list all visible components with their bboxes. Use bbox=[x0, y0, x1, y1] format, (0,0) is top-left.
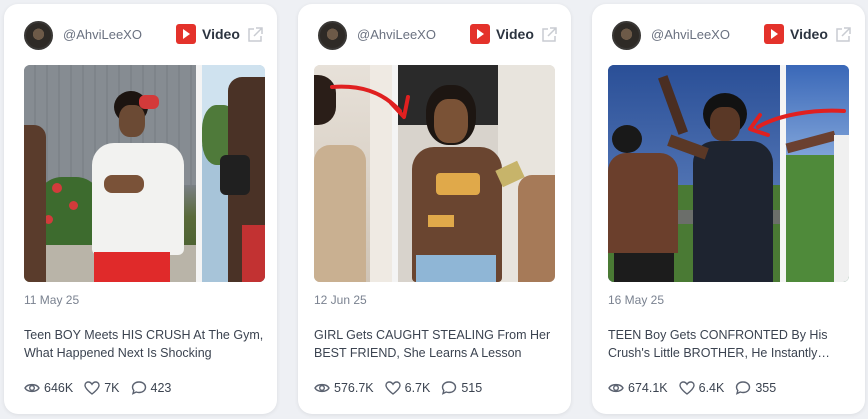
comments-stat: 355 bbox=[735, 380, 776, 396]
likes-count: 7K bbox=[104, 381, 120, 395]
platform-label: Video bbox=[790, 26, 828, 42]
likes-stat: 7K bbox=[84, 380, 120, 396]
avatar[interactable] bbox=[612, 21, 641, 50]
likes-stat: 6.7K bbox=[384, 380, 431, 396]
heart-icon bbox=[678, 381, 695, 395]
youtube-icon bbox=[176, 24, 196, 44]
comments-stat: 515 bbox=[441, 380, 482, 396]
pointer-arrow bbox=[330, 84, 410, 119]
channel-handle[interactable]: @AhviLeeXO bbox=[63, 27, 142, 42]
external-link-icon[interactable] bbox=[540, 26, 558, 44]
views-stat: 674.1K bbox=[608, 380, 668, 396]
video-card[interactable]: @AhviLeeXO Video bbox=[298, 4, 571, 414]
youtube-icon bbox=[764, 24, 784, 44]
stats-row: 576.7K 6.7K 515 bbox=[314, 380, 493, 396]
likes-count: 6.4K bbox=[698, 381, 725, 395]
card-header: @AhviLeeXO Video bbox=[4, 4, 277, 64]
comments-count: 423 bbox=[150, 381, 172, 395]
video-thumbnail[interactable] bbox=[24, 65, 265, 282]
views-stat: 576.7K bbox=[314, 380, 374, 396]
external-link-icon[interactable] bbox=[834, 26, 852, 44]
avatar[interactable] bbox=[24, 21, 53, 50]
heart-icon bbox=[384, 381, 401, 395]
comments-stat: 423 bbox=[131, 380, 172, 396]
video-card[interactable]: @AhviLeeXO Video bbox=[4, 4, 277, 414]
comments-count: 355 bbox=[755, 381, 777, 395]
publish-date: 11 May 25 bbox=[24, 293, 80, 307]
pointer-arrow bbox=[748, 108, 846, 137]
channel-handle[interactable]: @AhviLeeXO bbox=[357, 27, 436, 42]
comment-icon bbox=[736, 381, 751, 395]
platform-label: Video bbox=[202, 26, 240, 42]
youtube-icon bbox=[470, 24, 490, 44]
card-header: @AhviLeeXO Video bbox=[592, 4, 865, 64]
stats-row: 674.1K 6.4K 355 bbox=[608, 380, 787, 396]
avatar[interactable] bbox=[318, 21, 347, 50]
views-count: 646K bbox=[44, 381, 74, 395]
stats-row: 646K 7K 423 bbox=[24, 380, 182, 396]
views-count: 674.1K bbox=[628, 381, 668, 395]
video-thumbnail[interactable] bbox=[314, 65, 555, 282]
views-stat: 646K bbox=[24, 380, 73, 396]
card-header: @AhviLeeXO Video bbox=[298, 4, 571, 64]
comments-count: 515 bbox=[461, 381, 483, 395]
likes-stat: 6.4K bbox=[678, 380, 725, 396]
channel-handle[interactable]: @AhviLeeXO bbox=[651, 27, 730, 42]
eye-icon bbox=[608, 383, 624, 393]
video-title[interactable]: GIRL Gets CAUGHT STEALING From Her BEST … bbox=[314, 326, 559, 362]
publish-date: 16 May 25 bbox=[608, 293, 665, 307]
publish-date: 12 Jun 25 bbox=[314, 293, 367, 307]
video-title[interactable]: TEEN Boy Gets CONFRONTED By His Crush's … bbox=[608, 326, 853, 362]
heart-icon bbox=[84, 381, 100, 395]
video-title[interactable]: Teen BOY Meets HIS CRUSH At The Gym, Wha… bbox=[24, 326, 269, 362]
comment-icon bbox=[131, 381, 146, 395]
eye-icon bbox=[314, 383, 330, 393]
video-card[interactable]: @AhviLeeXO Video bbox=[592, 4, 865, 414]
likes-count: 6.7K bbox=[404, 381, 431, 395]
eye-icon bbox=[24, 383, 40, 393]
external-link-icon[interactable] bbox=[246, 26, 264, 44]
comment-icon bbox=[442, 381, 457, 395]
views-count: 576.7K bbox=[334, 381, 374, 395]
video-thumbnail[interactable] bbox=[608, 65, 849, 282]
platform-label: Video bbox=[496, 26, 534, 42]
